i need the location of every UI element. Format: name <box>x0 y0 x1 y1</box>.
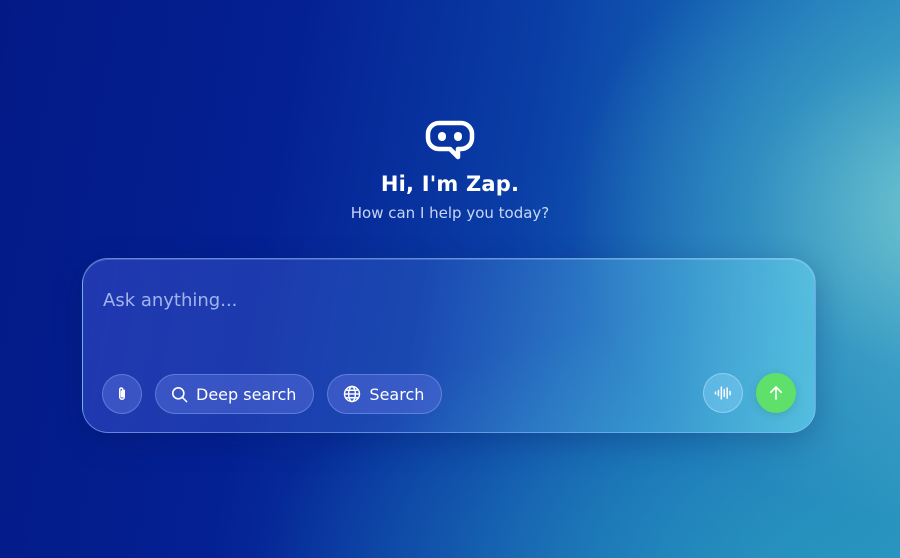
paperclip-icon <box>119 387 125 400</box>
search-label: Search <box>369 384 425 404</box>
greeting-subtitle: How can I help you today? <box>350 204 550 222</box>
chat-composer: Deep search Search <box>82 258 816 433</box>
greeting-title: Hi, I'm Zap. <box>380 172 520 196</box>
search-button[interactable]: Search <box>327 374 443 414</box>
arrow-up-icon <box>769 386 783 400</box>
deep-search-button[interactable]: Deep search <box>155 374 315 414</box>
composer-toolbar: Deep search Search <box>102 373 443 415</box>
bot-chat-icon <box>425 120 475 160</box>
deep-search-label: Deep search <box>196 384 297 404</box>
chat-input[interactable] <box>103 285 703 315</box>
search-icon <box>171 386 188 402</box>
voice-button[interactable] <box>703 373 743 413</box>
send-button[interactable] <box>756 373 796 413</box>
composer-actions <box>703 373 796 413</box>
attach-button[interactable] <box>102 374 142 414</box>
welcome-section: Hi, I'm Zap. How can I help you today? <box>0 118 900 222</box>
waveform-icon <box>714 386 731 400</box>
globe-icon <box>344 385 361 403</box>
